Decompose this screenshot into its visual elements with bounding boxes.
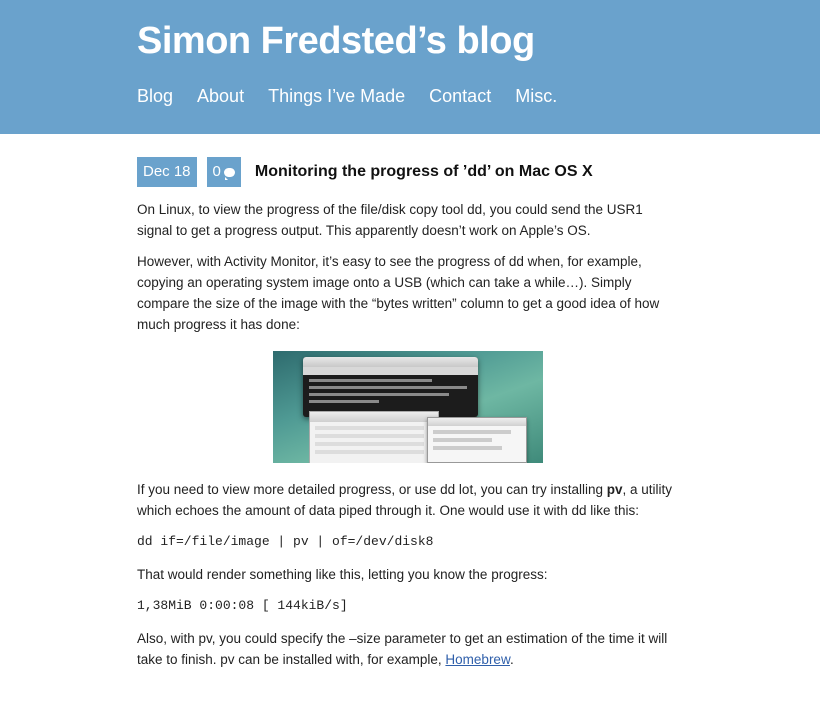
nav-things-ive-made[interactable]: Things I’ve Made <box>268 86 405 107</box>
post-body: On Linux, to view the progress of the fi… <box>137 199 677 680</box>
post-date-badge: Dec 18 <box>137 157 197 187</box>
paragraph-3-text-a: If you need to view more detailed progre… <box>137 482 607 497</box>
speech-bubble-icon <box>223 167 235 180</box>
paragraph-5-text-b: . <box>509 652 514 667</box>
file-info-window-image <box>427 417 527 463</box>
code-example-output: 1,38MiB 0:00:08 [ 144kiB/s] <box>137 598 348 613</box>
paragraph-3: If you need to view more detailed progre… <box>137 479 677 521</box>
site-title[interactable]: Simon Fredsted’s blog <box>137 20 535 63</box>
paragraph-5-text-a: Also, with pv, you could specify the –si… <box>137 631 668 667</box>
paragraph-4: That would render something like this, l… <box>137 567 548 582</box>
comment-count-badge[interactable]: 0 <box>206 157 241 187</box>
code-example-dd-pv: dd if=/file/image | pv | of=/dev/disk8 <box>137 534 434 549</box>
nav-misc[interactable]: Misc. <box>515 86 557 107</box>
site-header: Simon Fredsted’s blog Blog About Things … <box>0 0 820 134</box>
activity-monitor-screenshot <box>273 351 543 463</box>
post-header: Dec 18 0 Monitoring the progress of ’dd’… <box>137 157 593 187</box>
post-title[interactable]: Monitoring the progress of ’dd’ on Mac O… <box>255 163 593 181</box>
comment-count: 0 <box>212 163 221 180</box>
activity-monitor-window-image <box>309 411 439 463</box>
paragraph-1: On Linux, to view the progress of the fi… <box>137 202 643 238</box>
main-nav: Blog About Things I’ve Made Contact Misc… <box>137 86 581 107</box>
nav-about[interactable]: About <box>197 86 244 107</box>
paragraph-5: Also, with pv, you could specify the –si… <box>137 628 677 670</box>
nav-contact[interactable]: Contact <box>429 86 491 107</box>
paragraph-2: However, with Activity Monitor, it’s eas… <box>137 254 660 332</box>
pv-keyword: pv <box>606 482 623 497</box>
homebrew-link[interactable]: Homebrew <box>445 652 510 667</box>
nav-blog[interactable]: Blog <box>137 86 173 107</box>
terminal-window-image <box>303 357 478 417</box>
